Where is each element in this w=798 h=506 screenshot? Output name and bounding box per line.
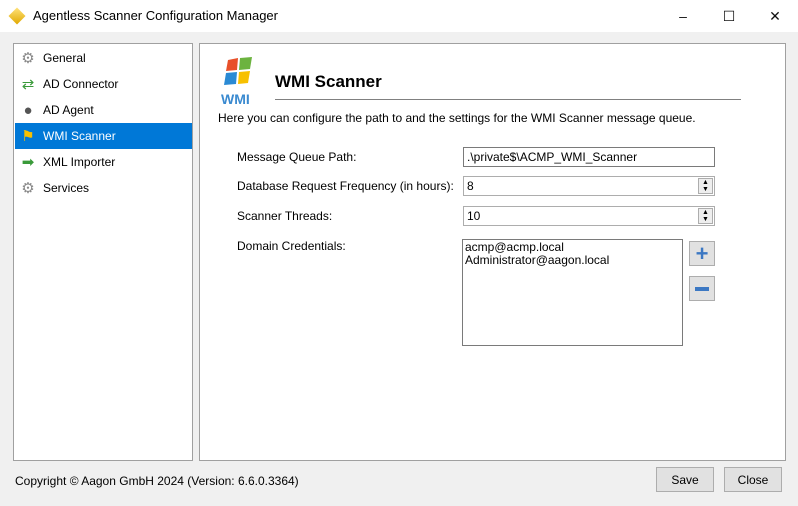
wmi-icon: ⚑	[21, 128, 35, 145]
title-bar: Agentless Scanner Configuration Manager …	[0, 0, 798, 32]
queue-path-label: Message Queue Path:	[237, 150, 357, 164]
threads-value[interactable]: 10	[467, 209, 480, 223]
page-title: WMI Scanner	[275, 72, 382, 91]
add-credential-button[interactable]: +	[689, 241, 715, 266]
title-divider	[275, 99, 741, 100]
windows-flag-icon	[224, 57, 252, 85]
ad-agent-icon: ●	[23, 101, 33, 119]
close-button[interactable]: Close	[724, 467, 782, 492]
sidebar-item-services[interactable]: ⚙ Services	[15, 175, 192, 201]
save-button[interactable]: Save	[656, 467, 714, 492]
sidebar-item-wmi-scanner[interactable]: ⚑ WMI Scanner	[15, 123, 192, 149]
ad-connector-icon: ⇄	[21, 76, 35, 93]
sidebar-nav: ⚙ General ⇄ AD Connector ● AD Agent ⚑ WMI Sc…	[13, 43, 193, 461]
minimize-button[interactable]: –	[660, 0, 706, 32]
copyright-text: Copyright © Aagon GmbH 2024 (Version: 6.…	[15, 474, 299, 488]
page-description: Here you can configure the path to and t…	[218, 111, 696, 125]
sidebar-item-label: XML Importer	[43, 155, 116, 169]
queue-path-input[interactable]: .\private$\ACMP_WMI_Scanner	[463, 147, 715, 167]
sidebar-item-label: WMI Scanner	[43, 129, 116, 143]
credentials-label: Domain Credentials:	[237, 239, 346, 253]
sidebar-item-label: AD Connector	[43, 77, 119, 91]
gears-icon: ⚙	[21, 50, 35, 67]
window-title: Agentless Scanner Configuration Manager	[33, 8, 278, 23]
threads-label: Scanner Threads:	[237, 209, 333, 223]
wmi-logo: WMI	[218, 56, 260, 107]
sidebar-item-label: Services	[43, 181, 90, 195]
remove-credential-button[interactable]	[689, 276, 715, 301]
spin-arrows-icon[interactable]: ▲ ▼	[698, 208, 713, 224]
maximize-button[interactable]: ☐	[706, 0, 752, 32]
wmi-logo-text: WMI	[221, 91, 250, 107]
sidebar-item-ad-agent[interactable]: ● AD Agent	[15, 97, 192, 123]
sidebar-item-label: AD Agent	[43, 103, 94, 117]
list-item[interactable]: Administrator@aagon.local	[465, 254, 680, 267]
services-gears-icon: ⚙	[21, 180, 35, 197]
frequency-value[interactable]: 8	[467, 179, 474, 193]
minus-icon	[695, 286, 709, 291]
xml-importer-icon: ➡	[21, 154, 35, 171]
credentials-list[interactable]: acmp@acmp.local Administrator@aagon.loca…	[462, 239, 683, 346]
sidebar-item-ad-connector[interactable]: ⇄ AD Connector	[15, 71, 192, 97]
frequency-stepper[interactable]: 8 ▲ ▼	[463, 176, 715, 196]
threads-stepper[interactable]: 10 ▲ ▼	[463, 206, 715, 226]
sidebar-item-xml-importer[interactable]: ➡ XML Importer	[15, 149, 192, 175]
plus-icon: +	[695, 240, 709, 266]
app-icon	[8, 7, 26, 25]
spin-arrows-icon[interactable]: ▲ ▼	[698, 178, 713, 194]
frequency-label: Database Request Frequency (in hours):	[237, 179, 454, 193]
sidebar-item-general[interactable]: ⚙ General	[15, 45, 192, 71]
sidebar-item-label: General	[43, 51, 86, 65]
close-window-button[interactable]: ✕	[752, 0, 798, 32]
